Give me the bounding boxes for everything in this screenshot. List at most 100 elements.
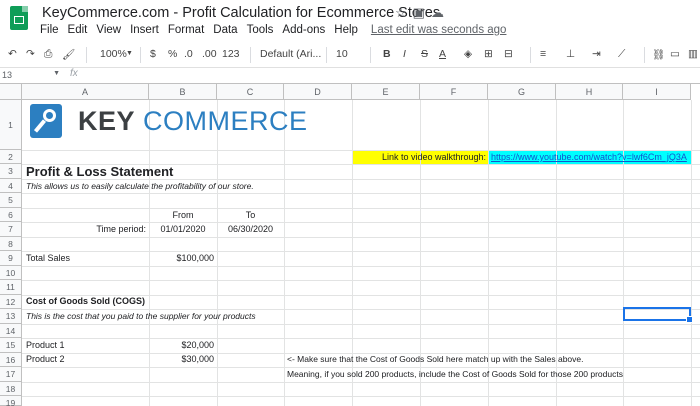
row-header-3[interactable]: 3	[0, 164, 22, 179]
column-header-g[interactable]: G	[488, 84, 556, 100]
more-formats-button[interactable]: 123	[222, 48, 240, 60]
fx-icon: fx	[70, 68, 78, 79]
row-header-19[interactable]: 19	[0, 396, 22, 406]
row-header-15[interactable]: 15	[0, 338, 22, 353]
name-box-value: 13	[2, 70, 13, 80]
column-header-d[interactable]: D	[284, 84, 352, 100]
comment-icon[interactable]: ▭	[670, 48, 680, 60]
product2-label: Product 2	[26, 354, 65, 364]
font-size-select[interactable]: 10	[336, 48, 348, 60]
row-header-2[interactable]: 2	[0, 150, 22, 164]
toolbar: ↶ ↷ ⎙ 🖌 100% ▼ $ % .0 .00 123 Default (A…	[0, 42, 700, 68]
product1-label: Product 1	[26, 340, 65, 350]
key-logo-icon	[30, 104, 62, 138]
column-header-e[interactable]: E	[352, 84, 420, 100]
strikethrough-button[interactable]: S	[421, 48, 428, 60]
rotate-icon[interactable]: ⟋	[618, 48, 625, 61]
fill-color-icon[interactable]: ◈	[464, 48, 472, 60]
decrease-decimal-button[interactable]: .0	[184, 48, 193, 60]
folder-icon[interactable]: ▣	[413, 5, 431, 20]
link-icon[interactable]: ⛓	[652, 48, 665, 61]
cogs-heading: Cost of Goods Sold (COGS)	[26, 296, 145, 306]
row-header-14[interactable]: 14	[0, 324, 22, 338]
row-header-5[interactable]: 5	[0, 193, 22, 208]
row-header-13[interactable]: 13	[0, 309, 22, 324]
zoom-select[interactable]: 100%	[100, 48, 127, 60]
menu-format[interactable]: Format	[168, 24, 204, 36]
total-sales-value[interactable]: $100,000	[149, 253, 214, 263]
menu-insert[interactable]: Insert	[130, 24, 159, 36]
bold-button[interactable]: B	[383, 48, 391, 60]
walkthrough-label: Link to video walkthrough:	[381, 152, 486, 162]
page-subtitle: This allows us to easily calculate the p…	[26, 181, 254, 191]
align-icon[interactable]: ≡	[540, 48, 546, 60]
row-header-1[interactable]: 1	[0, 100, 22, 150]
title-icons: ☆▣☁	[395, 5, 450, 21]
row-header-18[interactable]: 18	[0, 382, 22, 396]
row-header-7[interactable]: 7	[0, 222, 22, 237]
document-title[interactable]: KeyCommerce.com - Profit Calculation for…	[42, 5, 440, 21]
page-title: Profit & Loss Statement	[26, 164, 174, 179]
from-label: From	[172, 210, 194, 220]
column-header-h[interactable]: H	[556, 84, 623, 100]
row-header-9[interactable]: 9	[0, 251, 22, 266]
menu-edit[interactable]: Edit	[68, 24, 88, 36]
sheets-logo-icon[interactable]	[10, 6, 28, 30]
merge-cells-icon[interactable]: ⊟	[504, 48, 513, 60]
row-header-12[interactable]: 12	[0, 295, 22, 309]
column-header-f[interactable]: F	[420, 84, 488, 100]
column-header-i[interactable]: I	[623, 84, 691, 100]
redo-icon[interactable]: ↷	[26, 48, 35, 60]
increase-decimal-button[interactable]: .00	[202, 48, 217, 60]
keycommerce-logo: KEY COMMERCE	[78, 106, 308, 137]
selected-cell-i13[interactable]	[623, 307, 693, 323]
logo-commerce-text: COMMERCE	[143, 106, 308, 136]
menu-data[interactable]: Data	[213, 24, 237, 36]
undo-icon[interactable]: ↶	[8, 48, 17, 60]
walkthrough-link[interactable]: https://www.youtube.com/watch?v=lwf6Cm_j…	[491, 152, 687, 162]
menu-bar: File Edit View Insert Format Data Tools …	[40, 24, 515, 36]
font-select[interactable]: Default (Ari...	[260, 48, 321, 60]
row-header-17[interactable]: 17	[0, 367, 22, 382]
column-header-c[interactable]: C	[217, 84, 284, 100]
italic-button[interactable]: I	[403, 48, 406, 60]
select-all-corner[interactable]	[0, 84, 22, 100]
menu-help[interactable]: Help	[334, 24, 358, 36]
menu-view[interactable]: View	[96, 24, 121, 36]
title-bar: KeyCommerce.com - Profit Calculation for…	[0, 0, 700, 42]
valign-icon[interactable]: ⊥	[566, 48, 575, 60]
row-header-10[interactable]: 10	[0, 266, 22, 280]
borders-icon[interactable]: ⊞	[484, 48, 493, 60]
chevron-down-icon: ▼	[53, 70, 60, 77]
cloud-icon[interactable]: ☁	[431, 5, 450, 20]
text-color-button[interactable]: A	[439, 48, 446, 60]
column-header-a[interactable]: A	[22, 84, 149, 100]
percent-button[interactable]: %	[168, 48, 177, 60]
menu-file[interactable]: File	[40, 24, 59, 36]
to-date-cell[interactable]: 06/30/2020	[217, 224, 284, 234]
chart-icon[interactable]: ▥	[688, 48, 698, 60]
row-header-6[interactable]: 6	[0, 208, 22, 222]
row-header-4[interactable]: 4	[0, 179, 22, 193]
print-icon[interactable]: ⎙	[44, 48, 52, 61]
currency-button[interactable]: $	[150, 48, 156, 60]
product1-value[interactable]: $20,000	[149, 340, 214, 350]
note-line-1: <- Make sure that the Cost of Goods Sold…	[287, 354, 584, 364]
row-header-11[interactable]: 11	[0, 280, 22, 295]
cogs-note: This is the cost that you paid to the su…	[26, 311, 256, 321]
logo-key-text: KEY	[78, 106, 136, 136]
menu-tools[interactable]: Tools	[247, 24, 274, 36]
row-header-16[interactable]: 16	[0, 353, 22, 367]
to-label: To	[245, 210, 256, 220]
from-date-cell[interactable]: 01/01/2020	[149, 224, 217, 234]
name-box[interactable]: 13 ▼	[0, 70, 60, 82]
column-header-b[interactable]: B	[149, 84, 217, 100]
star-icon[interactable]: ☆	[395, 5, 413, 20]
product2-value[interactable]: $30,000	[149, 354, 214, 364]
menu-addons[interactable]: Add-ons	[282, 24, 325, 36]
wrap-icon[interactable]: ⇥	[592, 48, 601, 60]
row-header-8[interactable]: 8	[0, 237, 22, 251]
paint-format-icon[interactable]: 🖌	[62, 48, 75, 61]
last-edit-link[interactable]: Last edit was seconds ago	[371, 24, 507, 36]
spreadsheet-grid[interactable]: A B C D E F G H I 1 2 3 4 5 6 7 8 9 10 1…	[0, 84, 700, 406]
